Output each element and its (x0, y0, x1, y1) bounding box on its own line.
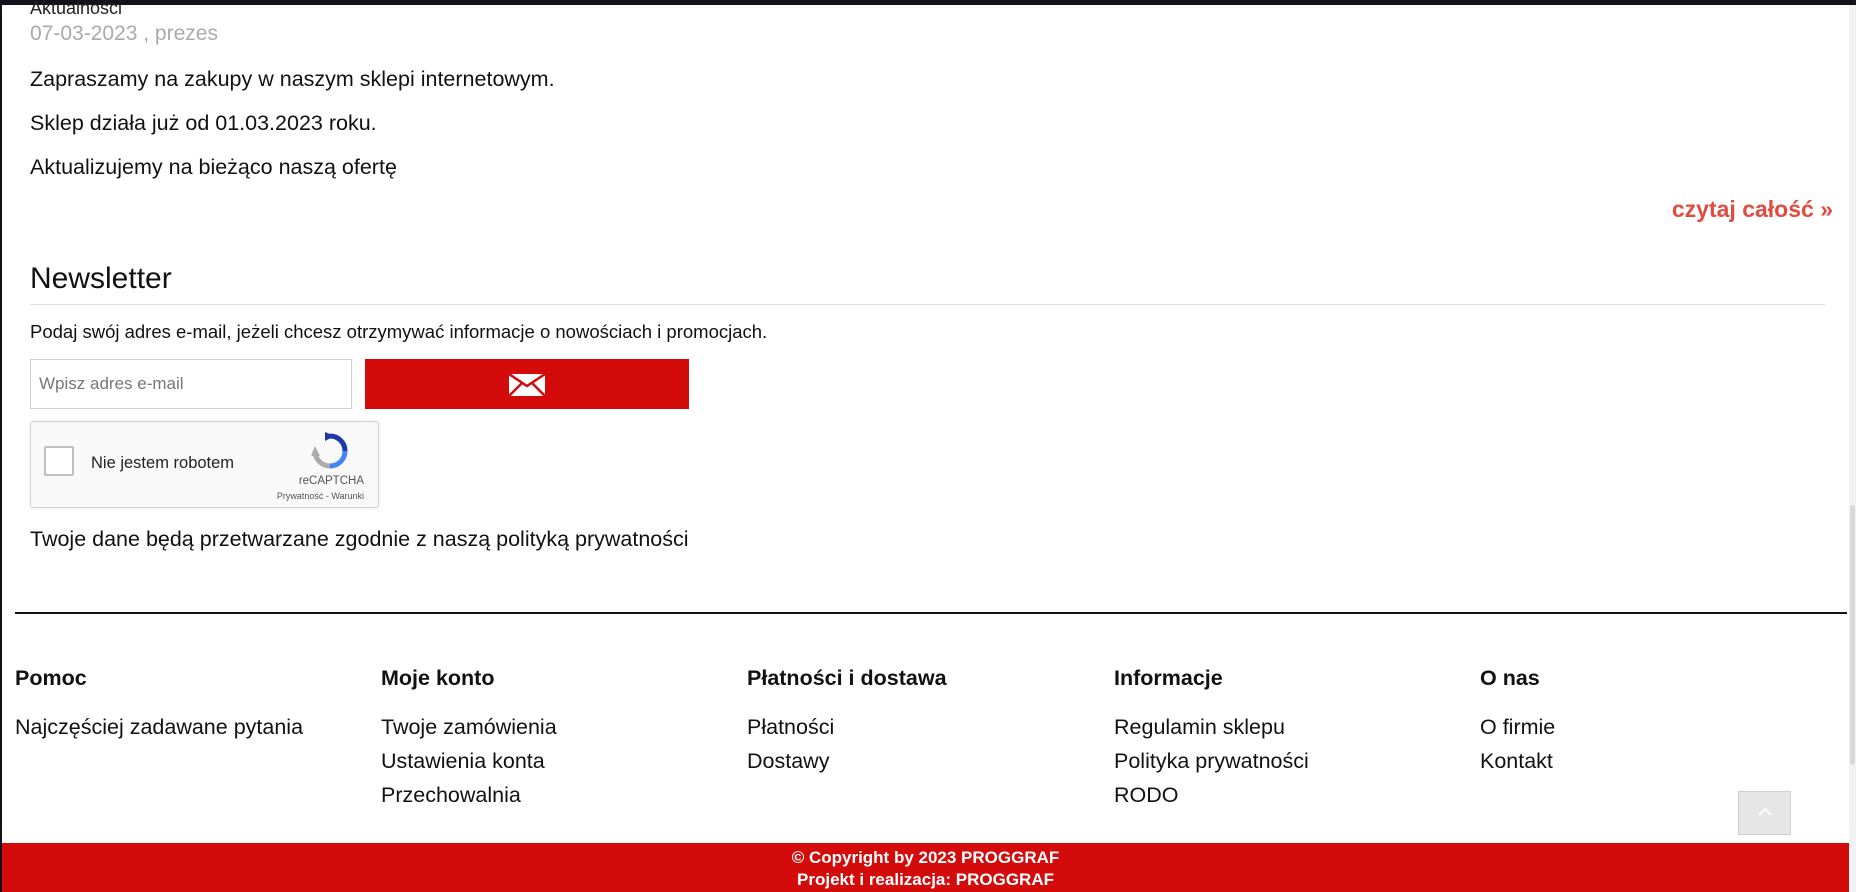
copyright-bar: © Copyright by 2023 PROGGRAF Projekt i r… (2, 843, 1849, 892)
scrollbar-thumb[interactable] (1850, 505, 1855, 765)
newsletter-description: Podaj swój adres e-mail, jeżeli chcesz o… (30, 321, 768, 342)
footer-column-account: Moje konto Twoje zamówienia Ustawienia k… (381, 666, 557, 817)
recaptcha-privacy-terms-links[interactable]: Prywatność - Warunki (277, 491, 364, 501)
news-date-author: 07-03-2023 , prezes (30, 22, 218, 45)
footer-link-rodo[interactable]: RODO (1114, 783, 1309, 807)
footer-heading: Moje konto (381, 666, 495, 690)
back-to-top-button[interactable] (1738, 791, 1791, 835)
recaptcha-logo-icon (311, 432, 348, 469)
footer-column-help: Pomoc Najczęściej zadawane pytania (15, 666, 303, 749)
footer-link-orders[interactable]: Twoje zamówienia (381, 715, 557, 739)
chevron-up-icon (1758, 807, 1772, 816)
recaptcha-brand: reCAPTCHA (298, 475, 364, 487)
recaptcha-checkbox[interactable] (44, 446, 74, 476)
news-paragraph: Sklep działa już od 01.03.2023 roku. (30, 111, 377, 135)
footer-link-contact[interactable]: Kontakt (1480, 749, 1555, 773)
privacy-note: Twoje dane będą przetwarzane zgodnie z n… (30, 527, 689, 551)
footer-heading: Informacje (1114, 666, 1223, 690)
footer-column-about: O nas O firmie Kontakt (1480, 666, 1555, 783)
newsletter-title: Newsletter (30, 262, 172, 295)
news-paragraph: Zapraszamy na zakupy w naszym sklepi int… (30, 67, 555, 91)
credits-text: Projekt i realizacja: PROGGRAF (797, 870, 1054, 889)
footer-link-payments[interactable]: Płatności (747, 715, 947, 739)
footer-link-privacy-policy[interactable]: Polityka prywatności (1114, 749, 1309, 773)
scrollbar-track[interactable] (1849, 5, 1856, 892)
footer-column-payments: Płatności i dostawa Płatności Dostawy (747, 666, 947, 783)
news-category: Aktualności (30, 0, 123, 18)
copyright-text: © Copyright by 2023 PROGGRAF (791, 848, 1060, 867)
envelope-icon (509, 374, 545, 396)
newsletter-email-input[interactable] (30, 359, 352, 409)
footer-link-faq[interactable]: Najczęściej zadawane pytania (15, 715, 303, 739)
footer-link-terms[interactable]: Regulamin sklepu (1114, 715, 1309, 739)
recaptcha-label: Nie jestem robotem (91, 454, 235, 472)
footer-divider (15, 612, 1847, 614)
news-paragraph: Aktualizujemy na bieżąco naszą ofertę (30, 155, 397, 179)
newsletter-divider (30, 304, 1825, 305)
footer-link-delivery[interactable]: Dostawy (747, 749, 947, 773)
window-top-border (0, 0, 1856, 5)
window-left-border (0, 0, 2, 892)
footer-link-account-settings[interactable]: Ustawienia konta (381, 749, 557, 773)
newsletter-submit-button[interactable] (365, 359, 689, 409)
recaptcha-widget: Nie jestem robotem reCAPTCHA Prywatność … (30, 421, 379, 508)
footer-heading: Płatności i dostawa (747, 666, 947, 690)
footer-link-wishlist[interactable]: Przechowalnia (381, 783, 557, 807)
read-more-link[interactable]: czytaj całość » (1672, 196, 1833, 223)
footer-column-info: Informacje Regulamin sklepu Polityka pry… (1114, 666, 1309, 817)
footer-link-about-company[interactable]: O firmie (1480, 715, 1555, 739)
footer-heading: Pomoc (15, 666, 87, 690)
footer-heading: O nas (1480, 666, 1540, 690)
